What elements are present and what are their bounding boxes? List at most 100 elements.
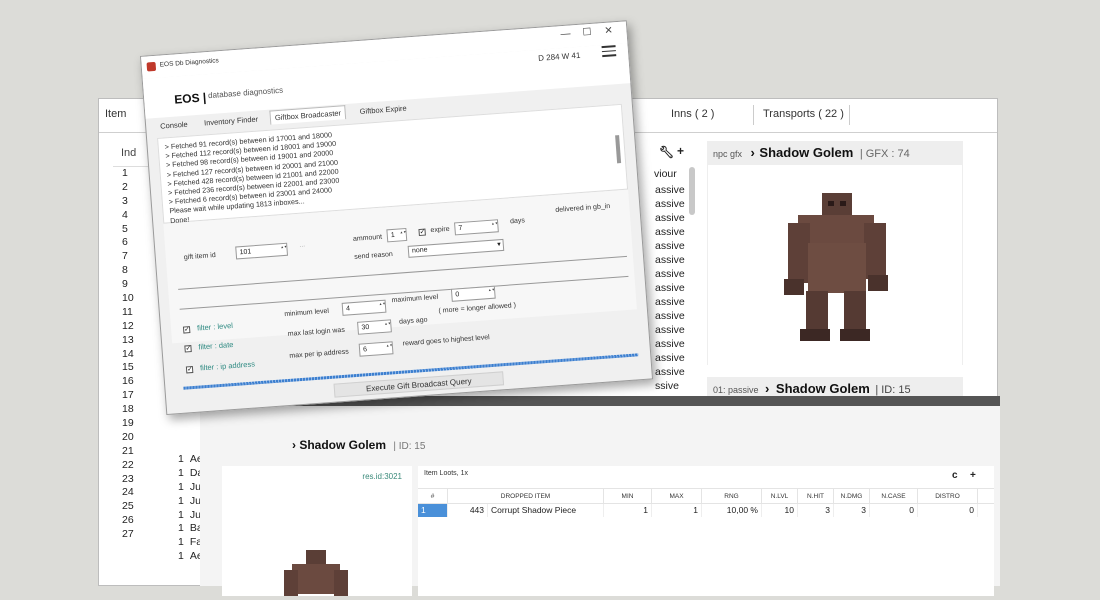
col-header[interactable]: N.CASE [870,489,918,503]
list-item[interactable]: 1 Ae [169,453,203,467]
golem-sprite-small-icon [284,550,348,600]
loot-window: › Shadow Golem | ID: 15 res.id:3021 Item… [200,396,1000,600]
tab-console[interactable]: Console [160,120,188,131]
behaviour-cell[interactable]: assive [655,253,695,267]
row-number[interactable]: 1 [418,504,448,517]
behaviour-cell[interactable]: assive [655,267,695,281]
close-icon[interactable]: ✕ [604,25,613,37]
filter-level-label: filter : level [196,320,234,333]
app-icon [146,61,157,72]
filter-level-checkbox[interactable]: ✓ [182,326,191,334]
loot-npc-id: | ID: 15 [393,441,426,452]
col-header[interactable]: MIN [604,489,652,503]
item-id[interactable]: 443 [448,504,488,517]
min-value[interactable]: 1 [604,504,652,517]
list-item-count: 1 [178,466,184,479]
min-level-input[interactable]: 4 [341,299,387,316]
npc-gfx-id: | GFX : 74 [859,148,910,160]
add-loot-icon[interactable]: + [970,470,976,481]
index-row[interactable]: 18 [113,403,173,417]
tab-items[interactable]: Item [105,108,126,120]
index-row[interactable]: 27 [113,528,173,542]
amount-input[interactable]: 1 [386,227,408,243]
behaviour-cell[interactable]: assive [655,281,695,295]
lower-rows: 1 Ae 1 Da 1 Ju 1 Ju 1 Ju 1 Ba 1 Fa 1 Ae [169,453,203,564]
list-item[interactable]: 1 Fa [169,536,202,550]
npc-arrow-icon: › [750,145,755,160]
console-scrollbar[interactable] [615,135,622,164]
expire-input[interactable]: 7 [454,219,499,236]
max-value[interactable]: 1 [652,504,702,517]
col-header[interactable]: MAX [652,489,702,503]
copy-icon[interactable]: c [952,470,958,481]
behaviour-cell[interactable]: assive [655,309,695,323]
nlvl-value[interactable]: 10 [762,504,798,517]
tab-giftbox-expire[interactable]: Giftbox Expire [359,104,407,116]
wrench-icon[interactable]: 🔧︎ [659,145,674,159]
list-item-count: 1 [178,480,184,493]
last-login-input[interactable]: 30 [357,319,392,335]
maximize-icon[interactable]: ☐ [582,27,592,39]
index-row[interactable]: 26 [113,514,173,528]
tab-inns[interactable]: Inns ( 2 ) [671,108,714,120]
index-row[interactable]: 25 [113,500,173,514]
minimize-icon[interactable]: — [560,28,571,40]
index-row[interactable]: 20 [113,431,173,445]
col-header[interactable]: DROPPED ITEM [448,489,604,503]
behaviour-cell[interactable]: assive [655,351,695,365]
index-row[interactable]: 21 [113,445,173,459]
send-reason-select[interactable]: none [407,238,505,258]
index-row[interactable]: 23 [113,473,173,487]
browse-button[interactable]: ... [299,241,305,248]
rng-value[interactable]: 10,00 % [702,504,762,517]
col-header[interactable]: # [418,489,448,503]
filter-ip-checkbox[interactable]: ✓ [185,365,194,374]
col-header[interactable]: RNG [702,489,762,503]
max-per-ip-input[interactable]: 6 [358,341,394,357]
list-item-count: 1 [178,453,184,465]
behaviour-cell[interactable]: assive [655,225,695,239]
list-item[interactable]: 1 Ju [169,480,201,495]
diagnostics-dialog: EOS Db Diagnostics — ☐ ✕ EOS | database … [140,20,654,416]
add-icon[interactable]: + [677,144,684,158]
behaviour-cell[interactable]: assive [655,365,695,379]
nhit-value[interactable]: 3 [798,504,834,517]
tab-inventory-finder[interactable]: Inventory Finder [204,115,259,128]
table-row[interactable]: 1 443 Corrupt Shadow Piece 1 1 10,00 % 1… [418,504,994,517]
expire-checkbox[interactable]: ✓ [418,228,426,237]
item-name[interactable]: Corrupt Shadow Piece [488,504,604,517]
behaviour-cell[interactable]: assive [655,323,695,337]
index-row[interactable]: 19 [113,417,173,431]
list-item[interactable]: 1 Ju [169,495,201,509]
dialog-tabs: Console Inventory Finder Giftbox Broadca… [154,104,407,138]
index-row[interactable]: 24 [113,486,173,500]
gift-item-input[interactable]: 101 [235,242,289,260]
list-item[interactable]: 1 Ba [169,522,203,536]
golem-sprite-icon [784,193,888,341]
ndmg-value[interactable]: 3 [834,504,870,517]
col-header[interactable]: N.LVL [762,489,798,503]
min-level-label: minimum level [284,307,330,319]
list-scrollbar[interactable] [689,167,695,215]
max-level-input[interactable]: 0 [450,285,496,302]
list-item[interactable]: 1 Ju [169,509,201,523]
ncase-value[interactable]: 0 [870,504,918,517]
list-item[interactable]: 1 Ae [169,550,203,564]
distro-value[interactable]: 0 [918,504,978,517]
menu-icon[interactable] [601,42,617,59]
res-id: res.id:3021 [362,472,402,481]
list-item[interactable]: 1 Da [169,466,203,481]
col-header[interactable]: N.DMG [834,489,870,503]
col-header[interactable]: DISTRO [918,489,978,503]
behaviour-cell[interactable]: assive [655,295,695,309]
col-header[interactable]: N.HIT [798,489,834,503]
index-row[interactable]: 22 [113,459,173,473]
behaviour-cell[interactable]: assive [655,239,695,253]
behaviour-cell[interactable]: assive [655,337,695,351]
brand-title: EOS | [173,90,207,107]
brand-subtitle: database diagnostics [207,85,284,101]
loot-table-header: # DROPPED ITEM MIN MAX RNG N.LVL N.HIT N… [418,488,994,504]
tab-transports[interactable]: Transports ( 22 ) [763,108,844,120]
filter-date-checkbox[interactable]: ✓ [184,345,192,353]
behaviour-cell[interactable]: ssive [655,379,695,393]
